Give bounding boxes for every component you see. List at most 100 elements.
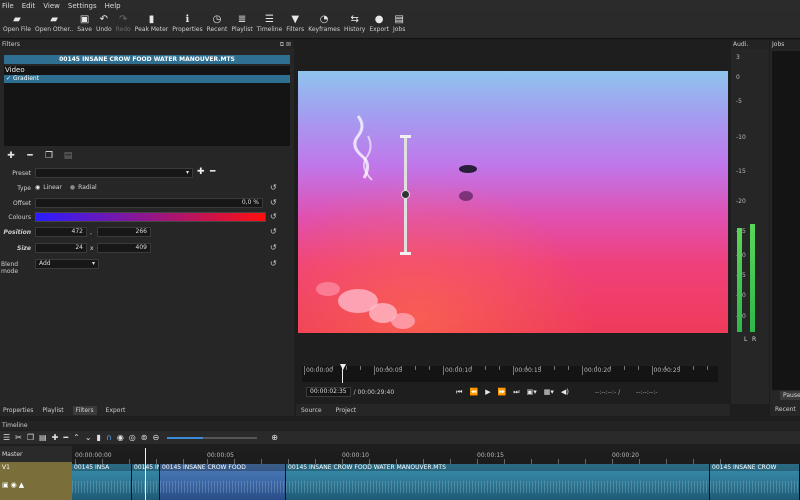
timeline-clip[interactable]: 00145 INSANE CROW FOOD WATER MANOUVER.MT… <box>286 464 710 500</box>
remove-icon[interactable]: ━ <box>63 433 68 442</box>
radio-radial[interactable]: ● <box>70 184 75 191</box>
playlist-button[interactable]: ≣ Playlist <box>231 11 252 38</box>
timeline-ruler[interactable]: 00:00:00:00 00:00:05 00:00:10 00:00:15 00:00… <box>72 452 800 464</box>
eye-icon[interactable]: ◉ <box>11 481 19 489</box>
menu-help[interactable]: Help <box>105 2 121 10</box>
mute-icon[interactable]: ▣ <box>2 481 11 489</box>
properties-button[interactable]: ℹ Properties <box>172 11 202 38</box>
cut-icon[interactable]: ✂ <box>15 433 22 442</box>
tab-export[interactable]: Export <box>106 407 126 414</box>
tab-source[interactable]: Source <box>301 407 322 414</box>
colour-gradient-bar[interactable] <box>35 212 266 222</box>
pause-jobs-button[interactable]: Pause <box>780 391 800 400</box>
save-preset-button[interactable]: ✚ <box>197 167 205 177</box>
skip-previous-icon[interactable]: ⏮ <box>456 388 462 397</box>
tab-recent[interactable]: Recent <box>770 404 800 416</box>
crow-shape <box>459 165 477 173</box>
filter-item-gradient[interactable]: ✓ Gradient <box>4 75 290 83</box>
size-width-field[interactable]: 24 <box>35 243 87 253</box>
timeline-clip[interactable]: 00145 INSANE CROW FOOD <box>160 464 286 500</box>
panel-float-close-icons[interactable]: ⧉ ⊠ <box>280 41 291 49</box>
reset-position-icon[interactable]: ↺ <box>270 227 277 236</box>
reset-offset-icon[interactable]: ↺ <box>270 198 277 207</box>
reset-type-icon[interactable]: ↺ <box>270 183 277 192</box>
video-frame[interactable] <box>298 71 728 333</box>
preset-select[interactable]: ▾ <box>35 168 193 178</box>
lock-icon[interactable]: ▲ <box>19 481 26 489</box>
toolbar-button-label: Keyframes <box>308 26 340 33</box>
gradient-handle-top[interactable] <box>400 135 411 138</box>
radio-linear[interactable]: ◉ <box>35 184 40 191</box>
tab-filters[interactable]: Filters <box>72 405 97 415</box>
split-icon[interactable]: ▮ <box>97 433 101 442</box>
timeline-icon: ☰ <box>264 14 274 25</box>
save-button[interactable]: ▣ Save <box>77 11 92 38</box>
recent-button[interactable]: ◷ Recent <box>207 11 228 38</box>
gradient-handle-bottom[interactable] <box>400 252 411 255</box>
paste-filter-button[interactable]: ▤ <box>62 150 74 161</box>
clip-label: 00145 INSANE CROW <box>710 464 799 471</box>
timeline-zoom-slider[interactable] <box>167 436 258 439</box>
filters-button[interactable]: ▼ Filters <box>286 11 304 38</box>
scrub-icon[interactable]: ◉ <box>117 433 124 442</box>
reset-size-icon[interactable]: ↺ <box>270 243 277 252</box>
export-button[interactable]: ● Export <box>369 11 389 38</box>
remove-filter-button[interactable]: ━ <box>24 150 36 161</box>
history-button[interactable]: ⇆ History <box>344 11 365 38</box>
position-x-field[interactable]: 472 <box>35 227 87 237</box>
paste-icon[interactable]: ▤ <box>39 433 47 442</box>
tab-project[interactable]: Project <box>336 407 357 414</box>
add-filter-button[interactable]: ✚ <box>5 150 17 161</box>
peak-meter-icon: ▮ <box>148 14 155 25</box>
open-other-button[interactable]: ▰ Open Other.. <box>35 11 73 38</box>
reset-blend-icon[interactable]: ↺ <box>270 259 277 268</box>
menu-file[interactable]: File <box>2 2 14 10</box>
timeline-clip[interactable]: 00145 INSANE CROW <box>710 464 800 500</box>
keyframes-button[interactable]: ◔ Keyframes <box>308 11 340 38</box>
rewind-icon[interactable]: ⏪ <box>469 388 478 397</box>
play-icon[interactable]: ▶ <box>485 388 490 397</box>
tab-properties[interactable]: Properties <box>3 407 33 414</box>
overwrite-icon[interactable]: ⌄ <box>85 433 92 442</box>
viewer-playhead[interactable] <box>340 364 346 370</box>
timeline-playhead[interactable] <box>145 448 146 500</box>
menu-edit[interactable]: Edit <box>22 2 36 10</box>
track-header-v1[interactable]: V1 ▣◉▲ <box>0 462 72 500</box>
checkmark-icon[interactable]: ✓ <box>6 75 13 82</box>
volume-icon[interactable]: ◀) <box>561 388 569 397</box>
ripple-icon[interactable]: ◎ <box>129 433 136 442</box>
zoom-in-icon[interactable]: ⊕ <box>271 433 278 442</box>
snap-icon[interactable]: ∩ <box>106 433 112 442</box>
menu-view[interactable]: View <box>43 2 60 10</box>
timeline-button[interactable]: ☰ Timeline <box>257 11 283 38</box>
copy-filter-button[interactable]: ❐ <box>43 150 55 161</box>
timeline-clip[interactable]: 00145 INSA <box>72 464 132 500</box>
position-y-field[interactable]: 266 <box>97 227 151 237</box>
ripple-all-icon[interactable]: ⊚ <box>141 433 148 442</box>
menu-settings[interactable]: Settings <box>68 2 97 10</box>
menu-icon[interactable]: ☰ <box>3 433 10 442</box>
open-file-button[interactable]: ▰ Open File <box>3 11 31 38</box>
fast-forward-icon[interactable]: ⏩ <box>498 388 507 397</box>
ruler-minor-tick <box>401 366 403 370</box>
tab-playlist[interactable]: Playlist <box>42 407 63 414</box>
viewer-time-ruler[interactable]: 00:00:00 00:00:05 00:00:10 00:00:15 00:00:20… <box>302 366 718 382</box>
peak-meter-button[interactable]: ▮ Peak Meter <box>135 11 169 38</box>
lift-icon[interactable]: ⌃ <box>73 433 80 442</box>
timeline-clip[interactable]: 00145 INSANE CROW <box>132 464 160 500</box>
skip-next-icon[interactable]: ⏭ <box>513 388 519 397</box>
jobs-button[interactable]: ▤ Jobs <box>393 11 405 38</box>
undo-button[interactable]: ↶ Undo <box>96 11 112 38</box>
zoom-icon[interactable]: ▣▾ <box>527 388 537 397</box>
zoom-out-icon[interactable]: ⊖ <box>152 433 159 442</box>
reset-colours-icon[interactable]: ↺ <box>270 212 277 221</box>
blend-mode-select[interactable]: Add ▾ <box>35 259 99 269</box>
size-height-field[interactable]: 409 <box>97 243 151 253</box>
delete-preset-button[interactable]: ━ <box>210 167 215 177</box>
current-timecode[interactable]: 00:00:02:35 <box>306 387 351 397</box>
offset-slider[interactable]: 0,0 % <box>35 198 263 208</box>
gradient-handle-center[interactable] <box>401 190 410 199</box>
copy-icon[interactable]: ❐ <box>27 433 34 442</box>
append-icon[interactable]: ✚ <box>52 433 59 442</box>
grid-icon[interactable]: ▦▾ <box>544 388 554 397</box>
